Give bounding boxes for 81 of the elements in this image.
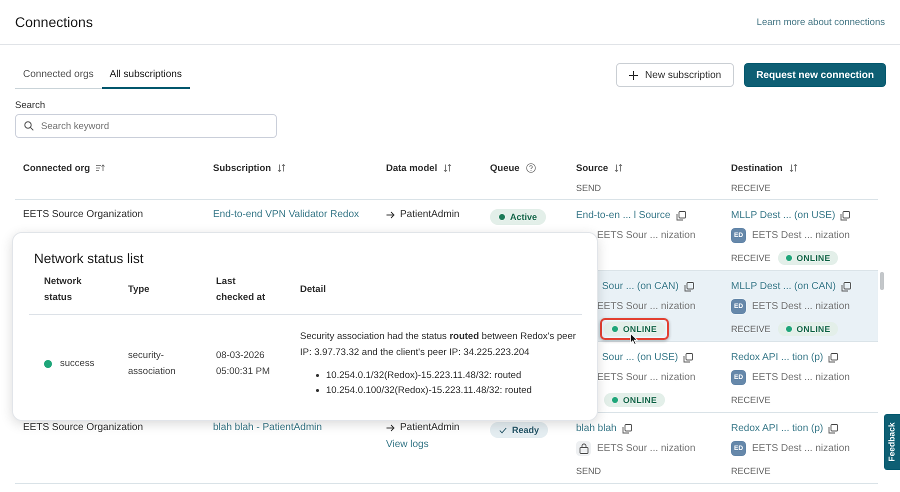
data-model: PatientAdmin	[400, 209, 460, 220]
feedback-button[interactable]: Feedback	[884, 414, 900, 470]
copy-icon[interactable]	[840, 210, 850, 220]
sort-icon[interactable]	[443, 164, 452, 172]
column-header: Detail	[300, 283, 327, 297]
status-badge: ONLINE	[778, 250, 838, 264]
org-name: EETS Source Organization	[23, 422, 144, 433]
route-item: 10.254.0.1/32(Redox)-15.223.11.48/32: routed	[326, 369, 522, 383]
copy-icon[interactable]	[828, 424, 838, 434]
popover-title: Network status list	[34, 251, 145, 266]
column-header: Type	[128, 283, 150, 297]
copy-icon[interactable]	[622, 424, 632, 434]
sort-icon[interactable]	[788, 164, 798, 172]
copy-icon[interactable]	[676, 210, 686, 220]
org-name: EETS Sour ... nization	[597, 443, 696, 454]
copy-icon[interactable]	[828, 352, 838, 362]
org-name: EETS Sour ... nization	[597, 372, 696, 383]
org-name: EETS Dest ... nization	[752, 301, 850, 312]
page-title: Connections	[15, 14, 93, 30]
source-link[interactable]: Sour ... (on CAN)	[602, 281, 679, 292]
arrow-right-icon	[386, 210, 395, 218]
date-cell-text: 08-03-2026 05:00:31 PM	[216, 348, 271, 378]
tab[interactable]: All subscriptions	[102, 61, 190, 89]
status-badge: ONLINE	[604, 392, 665, 406]
search-label: Search	[15, 100, 46, 111]
org-name: EETS Source Organization	[23, 209, 144, 220]
destination-link[interactable]: MLLP Dest ... (on CAN)	[731, 281, 836, 292]
help-icon[interactable]	[526, 163, 536, 173]
cursor-icon	[630, 332, 638, 344]
org-name: EETS Sour ... nization	[597, 230, 696, 241]
column-header[interactable]: Queue	[490, 162, 520, 174]
subscription-link[interactable]: blah blah - PatientAdmin	[213, 422, 322, 433]
status-badge: ONLINE	[604, 322, 665, 336]
direction-label: SEND	[576, 466, 602, 476]
request-connection-button[interactable]: Request new connection	[744, 63, 886, 87]
status-badge: ONLINE	[778, 322, 838, 336]
data-model: PatientAdmin	[400, 422, 460, 433]
destination-link[interactable]: MLLP Dest ... (on USE)	[731, 210, 836, 221]
search-field[interactable]: Search keyword	[15, 114, 277, 138]
plus-icon	[629, 70, 638, 80]
status-label: success	[60, 356, 94, 370]
column-header: Last checked at	[216, 275, 266, 305]
copy-icon[interactable]	[683, 352, 694, 362]
sort-icon[interactable]	[277, 164, 286, 172]
route-item: 10.254.0.100/32(Redox)-15.223.11.48/32: routed	[326, 384, 532, 398]
direction-label: RECEIVE	[731, 466, 771, 476]
detail-text: Security association had the status routed between Redox's peer IP: 3.97.73.32 and the client's peer IP: 34.225.223.204	[300, 330, 577, 360]
column-header: Network status	[44, 275, 82, 305]
copy-icon[interactable]	[684, 282, 694, 292]
destination-link[interactable]: Redox API ... tion (p)	[731, 352, 824, 363]
queue-badge: Ready	[490, 422, 548, 438]
learn-more-link[interactable]: Learn more about connections	[756, 16, 885, 28]
sort-icon[interactable]	[96, 164, 106, 172]
direction-label: RECEIVE	[731, 183, 772, 193]
column-header[interactable]: Subscription	[213, 162, 272, 174]
direction-label: RECEIVE	[731, 324, 771, 334]
org-name: EETS Dest ... nization	[752, 372, 850, 383]
direction-label: RECEIVE	[731, 394, 771, 404]
type-cell-text: security-association	[128, 348, 177, 378]
column-header[interactable]: Destination	[731, 162, 783, 174]
column-header[interactable]: Connected org	[23, 162, 90, 174]
queue-badge: Active	[490, 209, 546, 225]
scrollbar[interactable]	[880, 272, 884, 290]
arrow-right-icon	[386, 424, 395, 432]
subscription-link[interactable]: End-to-end VPN Validator Redox	[213, 209, 360, 220]
sort-icon[interactable]	[614, 164, 624, 172]
direction-label: SEND	[576, 183, 602, 193]
column-header[interactable]: Data model	[386, 162, 438, 174]
new-subscription-button[interactable]: New subscription	[616, 63, 734, 87]
source-link[interactable]: End-to-en ... l Source	[576, 210, 670, 221]
org-name: EETS Dest ... nization	[752, 230, 850, 241]
copy-icon[interactable]	[840, 282, 851, 292]
source-link[interactable]: Sour ... (on USE)	[602, 352, 678, 363]
view-logs-link[interactable]: View logs	[386, 439, 429, 450]
org-name: EETS Sour ... nization	[597, 301, 696, 312]
column-header[interactable]: Source	[576, 162, 608, 174]
direction-label: RECEIVE	[731, 252, 771, 262]
destination-link[interactable]: Redox API ... tion (p)	[731, 423, 824, 434]
tab[interactable]: Connected orgs	[15, 61, 102, 89]
source-link[interactable]: blah blah	[576, 423, 617, 434]
org-name: EETS Dest ... nization	[752, 443, 850, 454]
